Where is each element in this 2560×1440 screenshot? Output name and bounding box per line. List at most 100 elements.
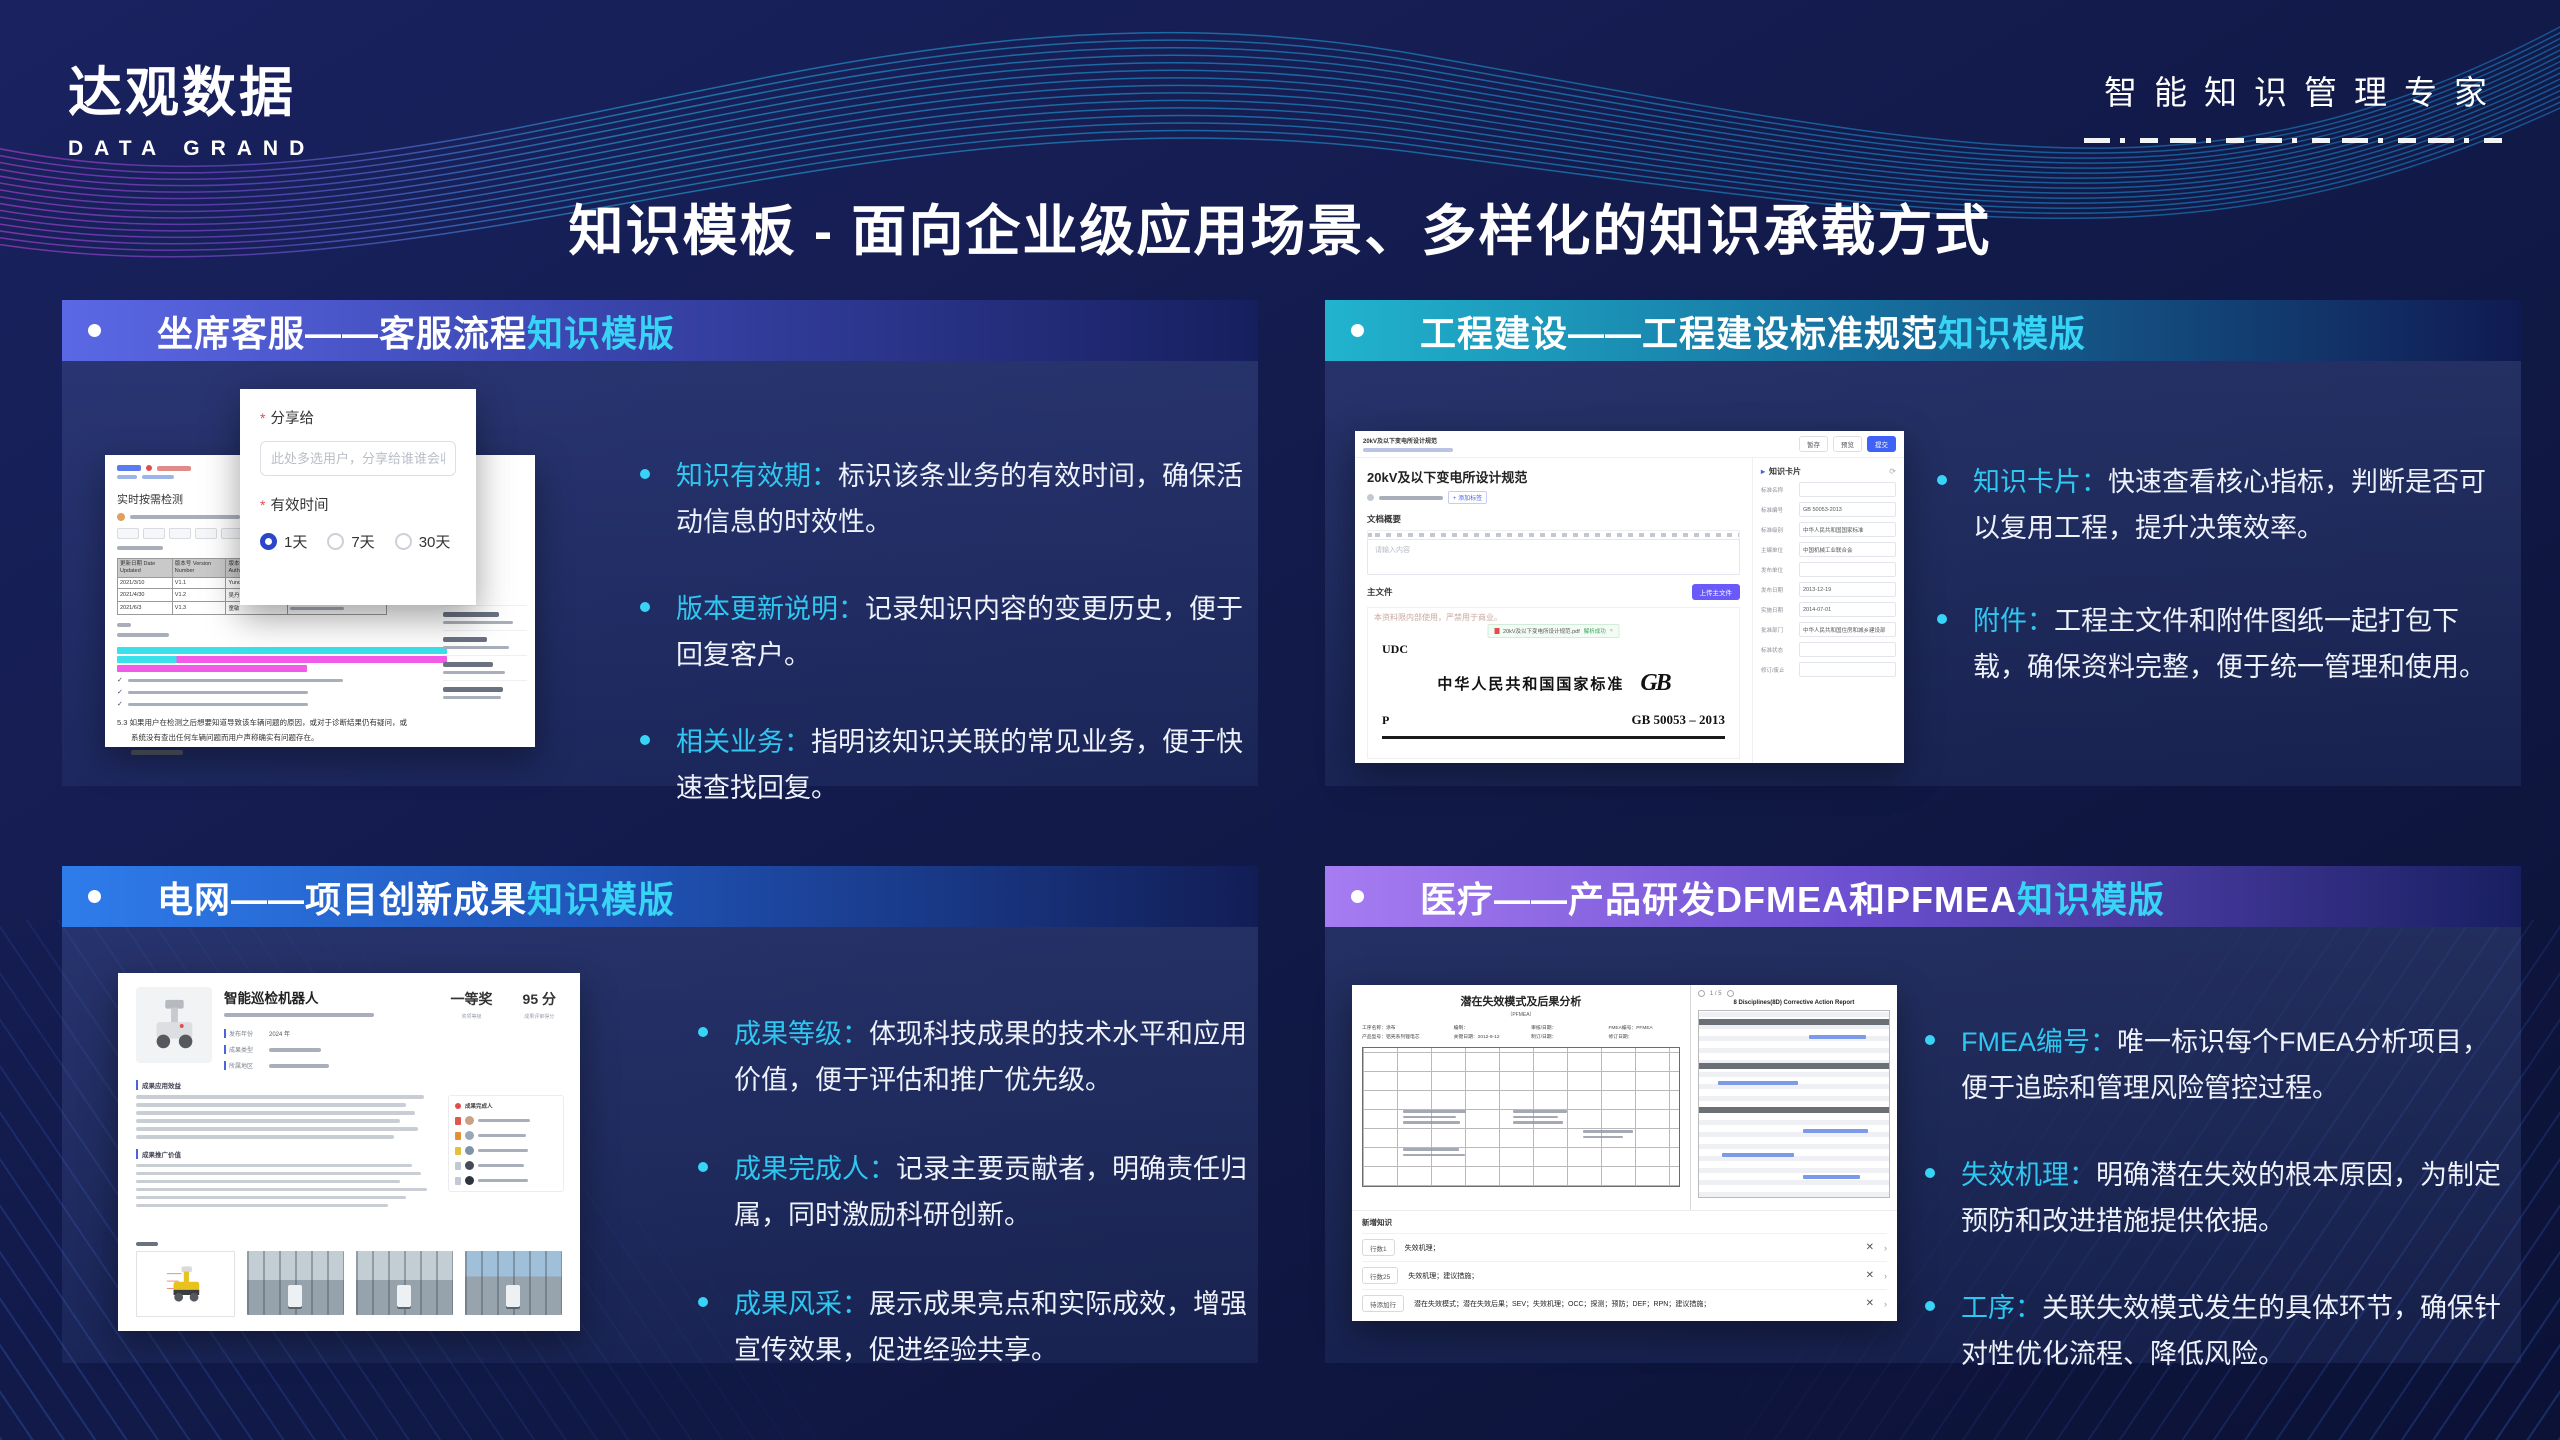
breadcrumb-bar — [142, 475, 174, 479]
fmea-top: 潜在失效模式及后果分析 （PFMEA） 工序名称：涂布 编制： 审核/日期： F… — [1352, 985, 1897, 1210]
score-block: 95 分 成果评审得分 — [523, 989, 556, 1070]
substation-photo[interactable] — [356, 1251, 453, 1315]
bullet-label: 失效机理： — [1961, 1160, 2096, 1190]
bullet-item: 成果完成人：记录主要贡献者，明确责任归属，同时激励科研创新。 — [698, 1146, 1260, 1239]
doc-meta-row: + 添加标签 — [1367, 491, 1740, 504]
pager-next-icon[interactable] — [1727, 990, 1734, 997]
richtext-toolbar[interactable] — [1367, 530, 1740, 539]
contributor-row — [455, 1176, 557, 1185]
share-users-input[interactable] — [260, 441, 456, 476]
bold-heading-bar — [131, 750, 183, 755]
row-expand-icon[interactable]: › — [1884, 1243, 1887, 1253]
row-tag-button[interactable]: 行数25 — [1362, 1267, 1398, 1284]
meta-row: 发布年份2024 年 — [224, 1029, 439, 1038]
row-tag-button[interactable]: 行数1 — [1362, 1239, 1395, 1256]
radio-option-7day[interactable]: 7天 — [327, 531, 374, 552]
contributors-card: 成果完成人 — [448, 1095, 564, 1192]
doc-tag[interactable] — [169, 528, 191, 539]
save-draft-button[interactable]: 暂存 — [1799, 436, 1828, 452]
row-close-icon[interactable]: ✕ — [1866, 1270, 1874, 1281]
row-expand-icon[interactable]: › — [1884, 1271, 1887, 1281]
panel-engineering: 工程建设——工程建设标准规范知识模版 20kV及以下变电所设计规范 暂存 预览 … — [1325, 300, 2521, 786]
cell-date: 2021/6/3 — [118, 602, 173, 615]
card-field: 发布日期2013-12-19 — [1761, 582, 1896, 597]
card-field: 标准名称 — [1761, 482, 1896, 497]
field-input[interactable] — [1799, 482, 1896, 497]
file-chip[interactable]: 20kV及以下变电所设计规范.pdf 解析成功 × — [1487, 624, 1620, 638]
refresh-icon[interactable]: ⟳ — [1889, 467, 1896, 476]
radio-icon[interactable] — [395, 533, 412, 550]
field-input[interactable]: 2013-12-19 — [1799, 582, 1896, 597]
summary-input[interactable]: 请输入内容 — [1367, 539, 1740, 575]
meta-item: 修订日期： — [1608, 1033, 1679, 1040]
app-body: 20kV及以下变电所设计规范 + 添加标签 文档概要 请输入内容 主文件 上传主… — [1355, 458, 1904, 763]
score-value: 95 分 — [523, 989, 556, 1009]
standard-number: GB 50053 – 2013 — [1631, 712, 1725, 728]
field-input[interactable]: 中华人民共和国住房和城乡建设部 — [1799, 622, 1896, 637]
photos-row — [136, 1251, 562, 1317]
field-input[interactable]: GB 50053-2013 — [1799, 502, 1896, 517]
page-title: 知识模板 - 面向企业级应用场景、多样化的知识承载方式 — [0, 186, 2560, 266]
radio-option-30day[interactable]: 30天 — [395, 531, 451, 552]
text-lines — [136, 1095, 436, 1139]
share-label-text: 分享给 — [270, 411, 314, 427]
field-input[interactable] — [1799, 562, 1896, 577]
row-close-icon[interactable]: ✕ — [1866, 1242, 1874, 1253]
morse-divider — [2084, 138, 2504, 143]
report-8d-title: 8 Disciplines(8D) Corrective Action Repo… — [1698, 1000, 1890, 1006]
knowledge-card-header: ▸ 知识卡片 ⟳ — [1761, 466, 1896, 477]
pager-prev-icon[interactable] — [1698, 990, 1705, 997]
brand-logo-en: DATA GRAND — [68, 137, 315, 161]
panel-medical: 医疗——产品研发DFMEA和PFMEA知识模版 潜在失效模式及后果分析 （PFM… — [1325, 866, 2521, 1363]
bullet-dot-icon — [1925, 1301, 1935, 1311]
doc-tag[interactable] — [195, 528, 217, 539]
cell-date: 2021/4/30 — [118, 589, 173, 602]
app-topbar: 20kV及以下变电所设计规范 暂存 预览 提交 — [1355, 431, 1904, 458]
bullet-item: 附件：工程主文件和附件图纸一起打包下载，确保资料完整，便于统一管理和使用。 — [1937, 598, 2505, 691]
achievement-title-block: 智能巡检机器人 发布年份2024 年 成果类型 所属地区 — [224, 987, 439, 1070]
panel-customer-service-header: 坐席客服——客服流程知识模版 — [62, 300, 1258, 361]
add-tag-button[interactable]: + 添加标签 — [1448, 491, 1487, 504]
award-block: 一等奖 奖项等级 — [451, 989, 493, 1070]
bullet-text: 关联失效模式发生的具体环节，确保针对性优化流程、降低风险。 — [1961, 1293, 2501, 1369]
meta-item: 审核/日期： — [1531, 1024, 1602, 1031]
substation-photo[interactable] — [465, 1251, 562, 1315]
upload-mainfile-button[interactable]: 上传主文件 — [1692, 584, 1741, 600]
contributors-icon — [455, 1103, 461, 1109]
link-text-bar — [1803, 1129, 1868, 1133]
row-tag-button[interactable]: 待添加行 — [1362, 1295, 1404, 1312]
substation-photo[interactable] — [247, 1251, 344, 1315]
meta-value: 2024 年 — [269, 1029, 290, 1038]
pdf-preview: 本资料限内部使用，严禁用于商业。 20kV及以下变电所设计规范.pdf 解析成功… — [1367, 607, 1740, 759]
radio-selected-icon[interactable] — [260, 533, 277, 550]
row-expand-icon[interactable]: › — [1884, 1299, 1887, 1309]
radio-option-1day[interactable]: 1天 — [260, 531, 307, 552]
robot-diagram-photo[interactable] — [136, 1251, 235, 1317]
radio-icon[interactable] — [327, 533, 344, 550]
preview-button[interactable]: 预览 — [1833, 436, 1862, 452]
chip-close-icon[interactable]: × — [1610, 628, 1613, 634]
row-close-icon[interactable]: ✕ — [1866, 1298, 1874, 1309]
time-field-label: *有效时间 — [260, 494, 456, 515]
doc-chip — [157, 466, 191, 471]
knowledge-row: 行数25 失效机理；建议措施； ✕ › — [1362, 1261, 1887, 1289]
panel-customer-service-bullets: 知识有效期：标识该条业务的有效时间，确保活动信息的时效性。 版本更新说明：记录知… — [640, 453, 1265, 812]
card-field: 标准级别中华人民共和国国家标准 — [1761, 522, 1896, 537]
link-text-bar — [1718, 1081, 1798, 1085]
bullet-item: FMEA编号：唯一标识每个FMEA分析项目，便于追踪和管理风险管控过程。 — [1925, 1019, 2510, 1112]
field-input[interactable] — [1799, 662, 1896, 677]
field-input[interactable]: 中国机械工业联合会 — [1799, 542, 1896, 557]
field-input[interactable] — [1799, 642, 1896, 657]
pager: 1 / 5 — [1698, 990, 1890, 997]
doc-tag[interactable] — [143, 528, 165, 539]
header-bullet-icon — [88, 324, 101, 337]
submit-button[interactable]: 提交 — [1867, 436, 1896, 452]
field-input[interactable]: 中华人民共和国国家标准 — [1799, 522, 1896, 537]
field-input[interactable]: 2014-07-01 — [1799, 602, 1896, 617]
doc-tag[interactable] — [117, 528, 139, 539]
watermark-text: 本资料限内部使用，严禁用于商业。 — [1374, 612, 1502, 623]
avatar — [1367, 494, 1374, 501]
brand-tagline: 智能知识管理专家 — [2084, 66, 2504, 143]
meta-value-bar — [269, 1048, 321, 1052]
bullet-label: 工序： — [1961, 1293, 2042, 1323]
